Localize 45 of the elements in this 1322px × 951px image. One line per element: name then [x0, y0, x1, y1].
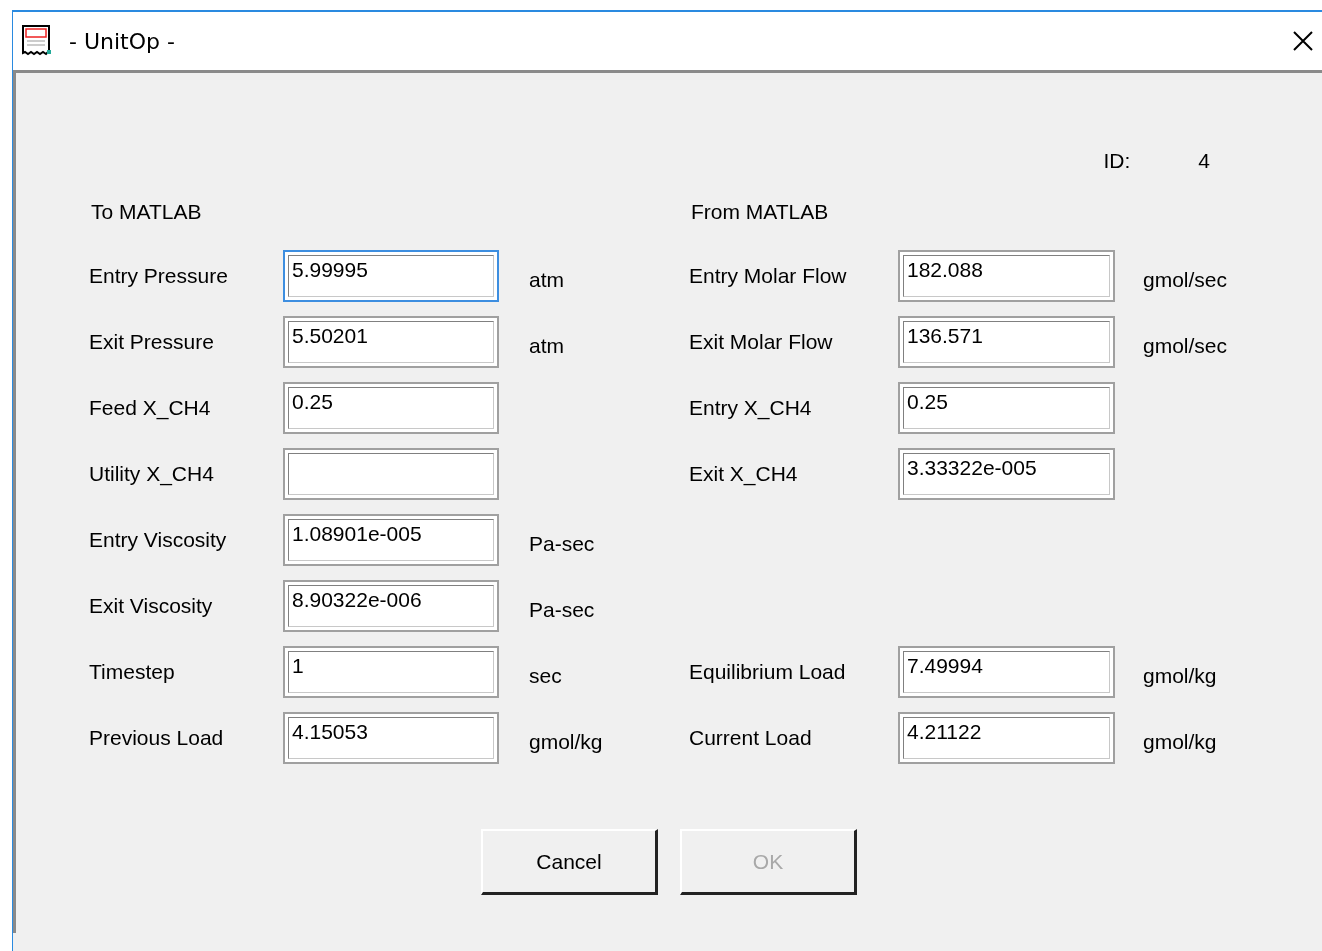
section-heading: To MATLAB: [90, 200, 203, 224]
unit-label: gmol/sec: [1142, 333, 1229, 358]
unit-label: Pa-sec: [528, 531, 596, 556]
input-field[interactable]: 0.25: [898, 382, 1115, 434]
id-value: 4: [1198, 149, 1210, 174]
input-field[interactable]: 7.49994: [898, 646, 1115, 698]
unit-label: sec: [528, 663, 563, 688]
section-heading: From MATLAB: [691, 200, 829, 224]
unit-label: gmol/kg: [1142, 729, 1218, 754]
field-label: Timestep: [89, 660, 176, 684]
input-field[interactable]: 0.25: [283, 382, 499, 434]
input-field[interactable]: 136.571: [898, 316, 1115, 368]
field-label: Entry Pressure: [89, 264, 229, 288]
input-field[interactable]: 4.15053: [283, 712, 499, 764]
field-label: Equilibrium Load: [689, 660, 847, 684]
unit-label: gmol/sec: [1142, 267, 1229, 292]
window-title: - UnitOp -: [69, 28, 175, 54]
field-label: Exit Viscosity: [89, 594, 214, 618]
input-field[interactable]: 1.08901e-005: [283, 514, 499, 566]
unit-label: gmol/kg: [528, 729, 604, 754]
input-field[interactable]: 1: [283, 646, 499, 698]
unit-label: gmol/kg: [1142, 663, 1218, 688]
input-field[interactable]: 8.90322e-006: [283, 580, 499, 632]
id-label: ID:: [1103, 149, 1131, 174]
unit-label: atm: [528, 333, 565, 358]
field-label: Feed X_CH4: [89, 396, 212, 420]
field-label: Exit Pressure: [89, 330, 215, 354]
input-field[interactable]: [283, 448, 499, 500]
field-label: Utility X_CH4: [89, 462, 215, 486]
close-icon[interactable]: [1292, 30, 1314, 52]
field-label: Entry Viscosity: [89, 528, 228, 552]
unit-label: atm: [528, 267, 565, 292]
field-label: Previous Load: [89, 726, 225, 750]
field-label: Exit X_CH4: [689, 462, 799, 486]
input-field[interactable]: 4.21122: [898, 712, 1115, 764]
input-field[interactable]: 5.99995: [283, 250, 499, 302]
field-label: Entry Molar Flow: [689, 264, 848, 288]
cancel-button[interactable]: Cancel: [481, 829, 658, 895]
input-field[interactable]: 5.50201: [283, 316, 499, 368]
input-field[interactable]: 3.33322e-005: [898, 448, 1115, 500]
input-field[interactable]: 182.088: [898, 250, 1115, 302]
field-label: Entry X_CH4: [689, 396, 813, 420]
unit-label: Pa-sec: [528, 597, 596, 622]
field-label: Current Load: [689, 726, 813, 750]
field-label: Exit Molar Flow: [689, 330, 834, 354]
